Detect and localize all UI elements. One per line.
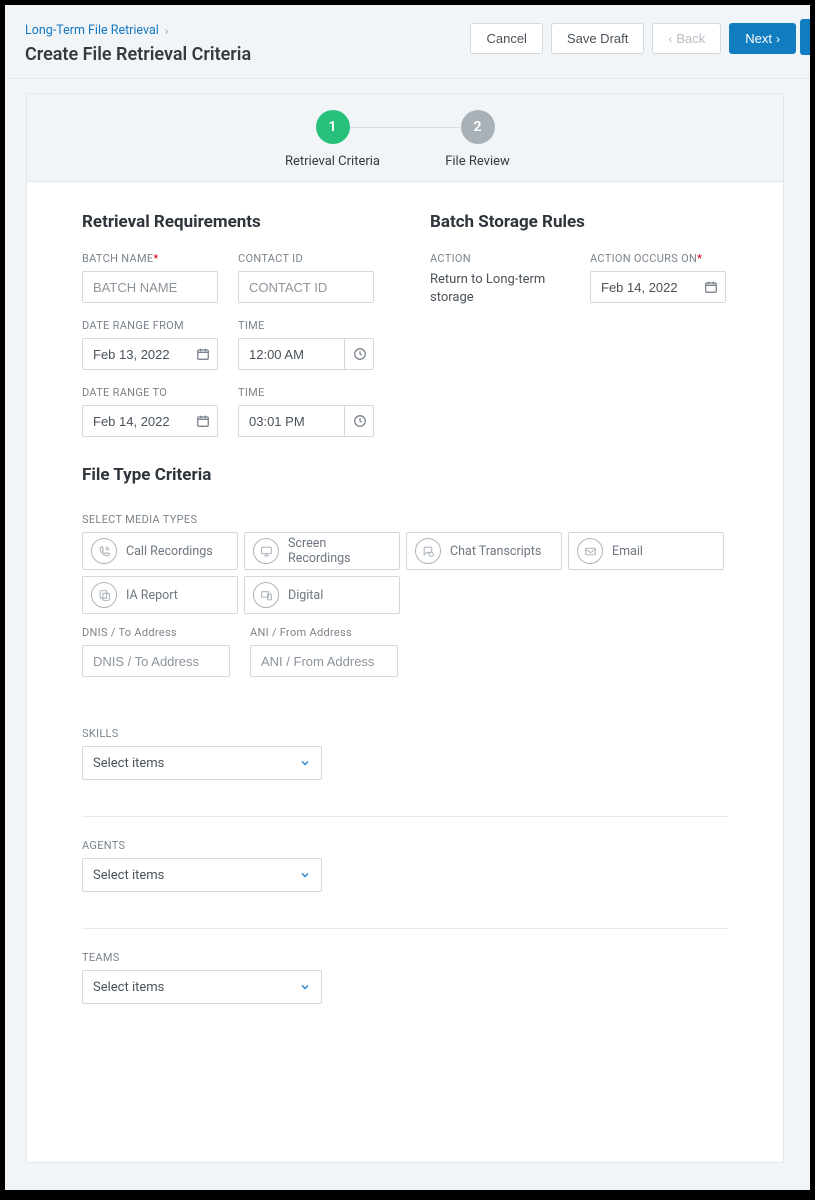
wizard-steps: 1 Retrieval Criteria 2 File Review [27, 94, 783, 182]
media-tile-digital[interactable]: Digital [244, 576, 400, 614]
step-2-circle: 2 [461, 110, 495, 144]
media-tile-chat-transcripts[interactable]: Chat Transcripts [406, 532, 562, 570]
retrieval-requirements-heading: Retrieval Requirements [82, 212, 380, 232]
step-connector [350, 127, 460, 128]
file-type-criteria-heading: File Type Criteria [82, 465, 728, 485]
media-tile-label: Screen Recordings [288, 536, 391, 566]
chat-icon [415, 538, 441, 564]
calendar-icon[interactable] [696, 271, 726, 303]
dnis-input[interactable] [82, 645, 230, 677]
dnis-label: DNIS / To Address [82, 626, 230, 639]
teams-select[interactable]: Select items [82, 970, 322, 1004]
step-2-label: File Review [445, 154, 510, 169]
chevron-right-icon: › [776, 32, 780, 46]
next-button-label: Next [745, 31, 772, 46]
breadcrumb: Long-Term File Retrieval › [25, 23, 251, 38]
back-button: ‹ Back [652, 23, 721, 54]
cancel-button[interactable]: Cancel [470, 23, 542, 54]
chevron-left-icon: ‹ [668, 32, 672, 46]
wizard-card: 1 Retrieval Criteria 2 File Review Retri… [26, 93, 784, 1163]
monitor-icon [253, 538, 279, 564]
page-title: Create File Retrieval Criteria [25, 44, 251, 65]
media-tile-call-recordings[interactable]: Call Recordings [82, 532, 238, 570]
media-tile-label: Call Recordings [126, 544, 213, 559]
media-tile-label: Email [612, 544, 643, 559]
date-from-label: DATE RANGE FROM [82, 319, 218, 332]
chevron-down-icon [299, 757, 311, 769]
teams-label: TEAMS [82, 951, 728, 964]
save-draft-button[interactable]: Save Draft [551, 23, 644, 54]
calendar-icon[interactable] [188, 405, 218, 437]
divider [82, 928, 728, 929]
skills-label: SKILLS [82, 727, 728, 740]
media-tile-email[interactable]: Email [568, 532, 724, 570]
ani-input[interactable] [250, 645, 398, 677]
ani-label: ANI / From Address [250, 626, 398, 639]
action-value: Return to Long-term storage [430, 271, 570, 307]
media-types-grid: Call Recordings Screen Recordings Chat T… [82, 532, 728, 614]
phone-icon [91, 538, 117, 564]
time-from-label: TIME [238, 319, 374, 332]
batch-storage-rules-heading: Batch Storage Rules [430, 212, 728, 232]
clock-icon[interactable] [344, 405, 374, 437]
skills-select[interactable]: Select items [82, 746, 322, 780]
agents-select-placeholder: Select items [93, 868, 164, 883]
chevron-right-icon: › [165, 24, 169, 38]
batch-name-input[interactable] [82, 271, 218, 303]
devices-icon [253, 582, 279, 608]
media-types-label: SELECT MEDIA TYPES [82, 513, 728, 526]
header-divider [5, 78, 810, 79]
chevron-down-icon [299, 981, 311, 993]
next-button[interactable]: Next › [729, 23, 796, 54]
breadcrumb-parent-link[interactable]: Long-Term File Retrieval [25, 23, 159, 38]
step-1-circle: 1 [316, 110, 350, 144]
time-to-label: TIME [238, 386, 374, 399]
back-button-label: Back [676, 31, 705, 46]
step-1-label: Retrieval Criteria [285, 154, 380, 169]
media-tile-label: Chat Transcripts [450, 544, 541, 559]
date-to-label: DATE RANGE TO [82, 386, 218, 399]
skills-select-placeholder: Select items [93, 756, 164, 771]
media-tile-screen-recordings[interactable]: Screen Recordings [244, 532, 400, 570]
report-icon [91, 582, 117, 608]
right-edge-accent [800, 19, 810, 55]
action-label: ACTION [430, 252, 570, 265]
media-tile-ia-report[interactable]: IA Report [82, 576, 238, 614]
batch-name-label: BATCH NAME* [82, 252, 218, 265]
contact-id-input[interactable] [238, 271, 374, 303]
agents-select[interactable]: Select items [82, 858, 322, 892]
media-tile-label: IA Report [126, 588, 178, 603]
agents-label: AGENTS [82, 839, 728, 852]
calendar-icon[interactable] [188, 338, 218, 370]
clock-icon[interactable] [344, 338, 374, 370]
chevron-down-icon [299, 869, 311, 881]
email-icon [577, 538, 603, 564]
step-2[interactable]: 2 File Review [405, 110, 550, 169]
contact-id-label: CONTACT ID [238, 252, 374, 265]
action-occurs-label: ACTION OCCURS ON* [590, 252, 726, 265]
teams-select-placeholder: Select items [93, 980, 164, 995]
media-tile-label: Digital [288, 588, 323, 603]
divider [82, 816, 728, 817]
step-1[interactable]: 1 Retrieval Criteria [260, 110, 405, 169]
